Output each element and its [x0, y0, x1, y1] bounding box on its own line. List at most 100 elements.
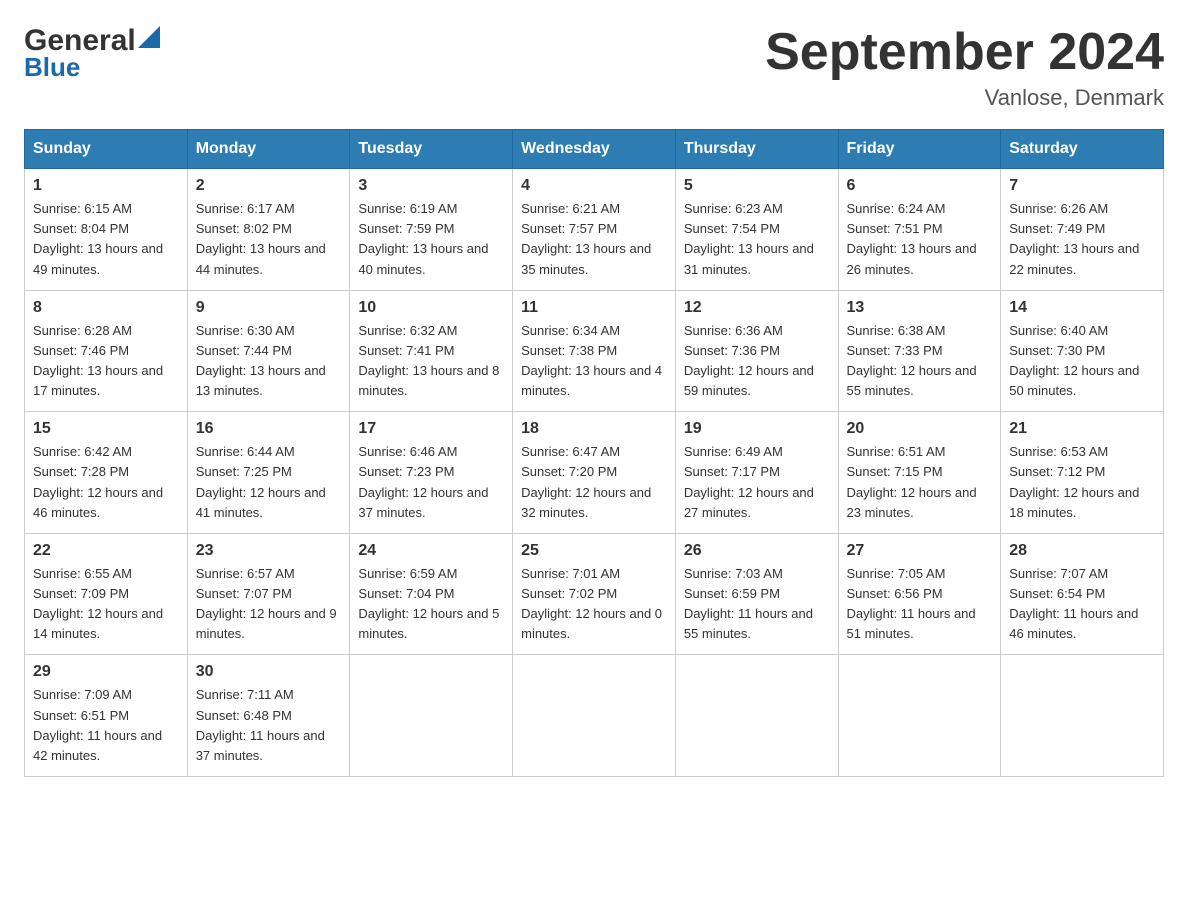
day-number: 14: [1009, 299, 1155, 317]
day-info: Sunrise: 6:19 AMSunset: 7:59 PMDaylight:…: [358, 199, 504, 280]
day-number: 16: [196, 420, 342, 438]
day-number: 28: [1009, 542, 1155, 560]
day-number: 4: [521, 177, 667, 195]
day-info: Sunrise: 6:49 AMSunset: 7:17 PMDaylight:…: [684, 442, 830, 523]
day-number: 25: [521, 542, 667, 560]
calendar-cell: 23 Sunrise: 6:57 AMSunset: 7:07 PMDaylig…: [187, 533, 350, 655]
header-row: Sunday Monday Tuesday Wednesday Thursday…: [25, 130, 1164, 169]
day-number: 15: [33, 420, 179, 438]
header-saturday: Saturday: [1001, 130, 1164, 169]
calendar-cell: 1 Sunrise: 6:15 AMSunset: 8:04 PMDayligh…: [25, 169, 188, 291]
calendar-cell: 15 Sunrise: 6:42 AMSunset: 7:28 PMDaylig…: [25, 412, 188, 534]
day-info: Sunrise: 6:23 AMSunset: 7:54 PMDaylight:…: [684, 199, 830, 280]
day-info: Sunrise: 6:53 AMSunset: 7:12 PMDaylight:…: [1009, 442, 1155, 523]
day-info: Sunrise: 6:55 AMSunset: 7:09 PMDaylight:…: [33, 564, 179, 645]
day-info: Sunrise: 6:47 AMSunset: 7:20 PMDaylight:…: [521, 442, 667, 523]
day-number: 8: [33, 299, 179, 317]
calendar-cell: 19 Sunrise: 6:49 AMSunset: 7:17 PMDaylig…: [675, 412, 838, 534]
day-info: Sunrise: 6:17 AMSunset: 8:02 PMDaylight:…: [196, 199, 342, 280]
calendar-week-1: 1 Sunrise: 6:15 AMSunset: 8:04 PMDayligh…: [25, 169, 1164, 291]
calendar-week-5: 29 Sunrise: 7:09 AMSunset: 6:51 PMDaylig…: [25, 655, 1164, 777]
day-info: Sunrise: 6:34 AMSunset: 7:38 PMDaylight:…: [521, 321, 667, 402]
header-wednesday: Wednesday: [513, 130, 676, 169]
day-number: 6: [847, 177, 993, 195]
calendar-cell: 5 Sunrise: 6:23 AMSunset: 7:54 PMDayligh…: [675, 169, 838, 291]
calendar-cell: 18 Sunrise: 6:47 AMSunset: 7:20 PMDaylig…: [513, 412, 676, 534]
header-thursday: Thursday: [675, 130, 838, 169]
calendar-cell: 4 Sunrise: 6:21 AMSunset: 7:57 PMDayligh…: [513, 169, 676, 291]
calendar-cell: 21 Sunrise: 6:53 AMSunset: 7:12 PMDaylig…: [1001, 412, 1164, 534]
calendar-cell: 28 Sunrise: 7:07 AMSunset: 6:54 PMDaylig…: [1001, 533, 1164, 655]
calendar-cell: 2 Sunrise: 6:17 AMSunset: 8:02 PMDayligh…: [187, 169, 350, 291]
calendar-cell: 24 Sunrise: 6:59 AMSunset: 7:04 PMDaylig…: [350, 533, 513, 655]
header-monday: Monday: [187, 130, 350, 169]
logo: General Blue: [24, 24, 160, 82]
title-section: September 2024 Vanlose, Denmark: [765, 24, 1164, 111]
calendar-cell: 10 Sunrise: 6:32 AMSunset: 7:41 PMDaylig…: [350, 290, 513, 412]
calendar-cell: 30 Sunrise: 7:11 AMSunset: 6:48 PMDaylig…: [187, 655, 350, 777]
page-subtitle: Vanlose, Denmark: [765, 85, 1164, 111]
calendar-cell: 22 Sunrise: 6:55 AMSunset: 7:09 PMDaylig…: [25, 533, 188, 655]
day-info: Sunrise: 6:40 AMSunset: 7:30 PMDaylight:…: [1009, 321, 1155, 402]
day-number: 1: [33, 177, 179, 195]
day-info: Sunrise: 6:30 AMSunset: 7:44 PMDaylight:…: [196, 321, 342, 402]
calendar-cell: 29 Sunrise: 7:09 AMSunset: 6:51 PMDaylig…: [25, 655, 188, 777]
calendar-cell: 17 Sunrise: 6:46 AMSunset: 7:23 PMDaylig…: [350, 412, 513, 534]
day-info: Sunrise: 6:46 AMSunset: 7:23 PMDaylight:…: [358, 442, 504, 523]
day-info: Sunrise: 6:24 AMSunset: 7:51 PMDaylight:…: [847, 199, 993, 280]
day-info: Sunrise: 6:38 AMSunset: 7:33 PMDaylight:…: [847, 321, 993, 402]
calendar-cell: 12 Sunrise: 6:36 AMSunset: 7:36 PMDaylig…: [675, 290, 838, 412]
day-number: 23: [196, 542, 342, 560]
calendar-cell: [1001, 655, 1164, 777]
day-number: 13: [847, 299, 993, 317]
day-info: Sunrise: 7:09 AMSunset: 6:51 PMDaylight:…: [33, 685, 179, 766]
calendar-cell: 20 Sunrise: 6:51 AMSunset: 7:15 PMDaylig…: [838, 412, 1001, 534]
day-info: Sunrise: 6:44 AMSunset: 7:25 PMDaylight:…: [196, 442, 342, 523]
day-number: 18: [521, 420, 667, 438]
day-number: 30: [196, 663, 342, 681]
day-number: 22: [33, 542, 179, 560]
calendar-header: Sunday Monday Tuesday Wednesday Thursday…: [25, 130, 1164, 169]
calendar-cell: 7 Sunrise: 6:26 AMSunset: 7:49 PMDayligh…: [1001, 169, 1164, 291]
day-number: 19: [684, 420, 830, 438]
day-number: 11: [521, 299, 667, 317]
page-title: September 2024: [765, 24, 1164, 81]
calendar-cell: [513, 655, 676, 777]
calendar-body: 1 Sunrise: 6:15 AMSunset: 8:04 PMDayligh…: [25, 169, 1164, 777]
calendar-cell: 25 Sunrise: 7:01 AMSunset: 7:02 PMDaylig…: [513, 533, 676, 655]
day-info: Sunrise: 6:51 AMSunset: 7:15 PMDaylight:…: [847, 442, 993, 523]
day-number: 29: [33, 663, 179, 681]
day-info: Sunrise: 6:32 AMSunset: 7:41 PMDaylight:…: [358, 321, 504, 402]
header-tuesday: Tuesday: [350, 130, 513, 169]
calendar-table: Sunday Monday Tuesday Wednesday Thursday…: [24, 129, 1164, 777]
header-sunday: Sunday: [25, 130, 188, 169]
calendar-cell: [838, 655, 1001, 777]
day-number: 20: [847, 420, 993, 438]
calendar-week-4: 22 Sunrise: 6:55 AMSunset: 7:09 PMDaylig…: [25, 533, 1164, 655]
calendar-cell: 11 Sunrise: 6:34 AMSunset: 7:38 PMDaylig…: [513, 290, 676, 412]
calendar-cell: [350, 655, 513, 777]
day-number: 9: [196, 299, 342, 317]
day-number: 2: [196, 177, 342, 195]
calendar-cell: 27 Sunrise: 7:05 AMSunset: 6:56 PMDaylig…: [838, 533, 1001, 655]
day-info: Sunrise: 6:26 AMSunset: 7:49 PMDaylight:…: [1009, 199, 1155, 280]
logo-triangle-icon: [138, 26, 160, 48]
day-number: 27: [847, 542, 993, 560]
day-info: Sunrise: 6:15 AMSunset: 8:04 PMDaylight:…: [33, 199, 179, 280]
calendar-cell: 26 Sunrise: 7:03 AMSunset: 6:59 PMDaylig…: [675, 533, 838, 655]
day-number: 17: [358, 420, 504, 438]
header-friday: Friday: [838, 130, 1001, 169]
day-number: 24: [358, 542, 504, 560]
day-number: 5: [684, 177, 830, 195]
day-info: Sunrise: 7:03 AMSunset: 6:59 PMDaylight:…: [684, 564, 830, 645]
calendar-cell: 9 Sunrise: 6:30 AMSunset: 7:44 PMDayligh…: [187, 290, 350, 412]
day-info: Sunrise: 6:36 AMSunset: 7:36 PMDaylight:…: [684, 321, 830, 402]
calendar-cell: 6 Sunrise: 6:24 AMSunset: 7:51 PMDayligh…: [838, 169, 1001, 291]
calendar-cell: [675, 655, 838, 777]
calendar-week-2: 8 Sunrise: 6:28 AMSunset: 7:46 PMDayligh…: [25, 290, 1164, 412]
calendar-week-3: 15 Sunrise: 6:42 AMSunset: 7:28 PMDaylig…: [25, 412, 1164, 534]
day-info: Sunrise: 6:57 AMSunset: 7:07 PMDaylight:…: [196, 564, 342, 645]
day-number: 26: [684, 542, 830, 560]
logo-blue-text: Blue: [24, 53, 160, 82]
day-info: Sunrise: 7:05 AMSunset: 6:56 PMDaylight:…: [847, 564, 993, 645]
